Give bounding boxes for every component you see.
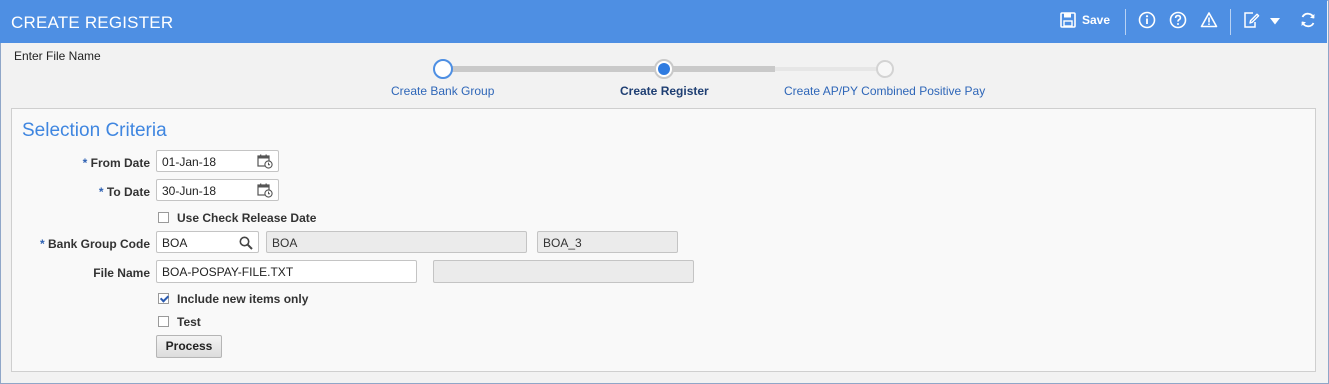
file-name-input[interactable]: BOA-POSPAY-FILE.TXT: [156, 260, 417, 283]
to-date-label-text: To Date: [106, 185, 150, 199]
to-date-value: 30-Jun-18: [162, 184, 217, 198]
test-checkbox[interactable]: [158, 316, 169, 327]
from-date-label: * From Date: [10, 156, 150, 170]
wizard-step-node-register: [654, 59, 674, 79]
bank-group-code-label: * Bank Group Code: [10, 237, 150, 251]
save-button[interactable]: Save: [1060, 12, 1110, 28]
to-date-field[interactable]: 30-Jun-18: [156, 179, 279, 201]
refresh-icon[interactable]: [1299, 11, 1317, 29]
calendar-icon[interactable]: [257, 183, 273, 200]
wizard-track-current: [673, 66, 775, 72]
use-check-release-date-label[interactable]: Use Check Release Date: [177, 211, 316, 225]
bank-group-code-field[interactable]: BOA: [156, 231, 259, 253]
to-date-label: * To Date: [10, 185, 150, 199]
required-mark: *: [98, 185, 104, 199]
page-title: CREATE REGISTER: [11, 13, 174, 32]
bank-group-extra-field: BOA_3: [537, 231, 678, 253]
test-label[interactable]: Test: [177, 315, 201, 329]
include-new-items-only-label[interactable]: Include new items only: [177, 292, 308, 306]
header-divider: [1230, 9, 1231, 35]
wizard-step-node-positive-pay: [876, 60, 894, 78]
file-name-label: File Name: [93, 266, 150, 280]
file-name-extra-field: [433, 260, 694, 283]
bank-group-code-label-text: Bank Group Code: [47, 237, 150, 251]
warning-icon[interactable]: [1200, 11, 1218, 29]
wizard-track-pending: [775, 67, 878, 71]
wizard-caption: Enter File Name: [14, 49, 101, 63]
wizard-step-create-register: Create Register: [620, 84, 709, 98]
edit-icon[interactable]: [1242, 11, 1260, 29]
wizard-step-positive-pay: Create AP/PY Combined Positive Pay: [784, 84, 986, 98]
include-new-items-only-checkbox[interactable]: [158, 293, 169, 304]
from-date-field[interactable]: 01-Jan-18: [156, 150, 279, 172]
chevron-down-icon[interactable]: [1270, 18, 1280, 25]
info-icon[interactable]: [1138, 11, 1156, 29]
use-check-release-date-checkbox[interactable]: [158, 212, 169, 223]
header-divider: [1125, 9, 1126, 35]
page-header: CREATE REGISTER Save: [0, 0, 1327, 43]
required-mark: *: [39, 237, 45, 251]
required-mark: *: [82, 156, 88, 170]
wizard-track-complete: [452, 66, 657, 72]
from-date-label-text: From Date: [90, 156, 150, 170]
calendar-icon[interactable]: [257, 154, 273, 171]
section-title: Selection Criteria: [22, 120, 167, 141]
help-icon[interactable]: [1169, 11, 1187, 29]
process-button[interactable]: Process: [156, 335, 222, 358]
save-icon: [1060, 12, 1076, 28]
from-date-value: 01-Jan-18: [162, 155, 217, 169]
bank-group-description-field: BOA: [266, 231, 527, 253]
bank-group-code-value: BOA: [162, 236, 188, 250]
search-icon[interactable]: [239, 236, 253, 252]
wizard-step-node-bank-group[interactable]: [433, 59, 453, 79]
save-label: Save: [1082, 13, 1111, 27]
wizard-step-create-bank-group[interactable]: Create Bank Group: [391, 84, 494, 98]
